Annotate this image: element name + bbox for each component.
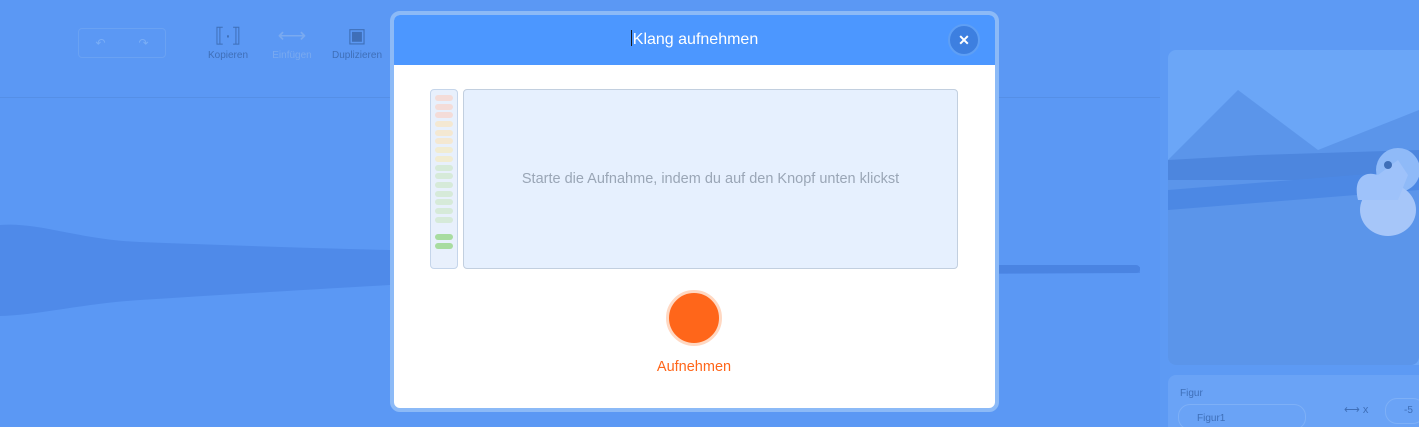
meter-segment xyxy=(435,225,453,232)
duplicate-tool: ▣ Duplizieren xyxy=(322,22,392,61)
modal-title: Klang aufnehmen xyxy=(631,15,758,65)
record-button[interactable] xyxy=(666,290,722,346)
x-position-field: -5 xyxy=(1385,398,1419,424)
sprite-name-field: Figur1 xyxy=(1178,404,1306,427)
modal-header: Klang aufnehmen ✕ xyxy=(394,15,995,65)
undo-icon: ↶ xyxy=(95,36,106,50)
sprite-label: Figur xyxy=(1180,388,1203,399)
meter-segment xyxy=(435,207,453,214)
meter-segment xyxy=(435,199,453,206)
meter-segment xyxy=(435,121,453,128)
stage-backdrop-art xyxy=(1168,90,1419,365)
copy-label: Kopieren xyxy=(207,50,249,61)
paste-tool: ⟷ Einfügen xyxy=(257,22,327,61)
paste-label: Einfügen xyxy=(272,50,312,61)
duplicate-label: Duplizieren xyxy=(331,50,383,61)
recording-area: Starte die Aufnahme, indem du auf den Kn… xyxy=(463,89,958,269)
meter-segment xyxy=(435,173,453,180)
record-button-label[interactable]: Aufnehmen xyxy=(594,359,794,375)
meter-segment xyxy=(435,234,453,240)
meter-segment xyxy=(435,147,453,154)
level-meter xyxy=(430,89,458,269)
meter-segment xyxy=(435,103,453,110)
paste-icon: ⟷ xyxy=(277,25,307,47)
close-icon: ✕ xyxy=(958,32,970,48)
meter-segment xyxy=(435,164,453,171)
meter-segment xyxy=(435,242,453,249)
recording-prompt: Starte die Aufnahme, indem du auf den Kn… xyxy=(521,171,900,187)
meter-segment xyxy=(435,95,453,101)
meter-segment xyxy=(435,138,453,145)
undo-redo-group: ↶ ↷ xyxy=(78,28,166,58)
meter-segment xyxy=(435,155,453,162)
record-sound-modal: Klang aufnehmen ✕ Starte die Aufnahme, i… xyxy=(390,11,999,412)
meter-segment xyxy=(435,181,453,188)
meter-segment xyxy=(435,129,453,136)
redo-icon: ↷ xyxy=(138,36,149,50)
copy-tool: ⟦·⟧ Kopieren xyxy=(193,22,263,61)
duplicate-icon: ▣ xyxy=(347,25,367,47)
copy-icon: ⟦·⟧ xyxy=(214,25,242,47)
meter-segment xyxy=(435,216,453,223)
meter-segment xyxy=(435,112,453,119)
close-button[interactable]: ✕ xyxy=(948,24,980,56)
meter-segment xyxy=(435,190,453,197)
x-position-label: ⟷ x xyxy=(1344,404,1369,416)
